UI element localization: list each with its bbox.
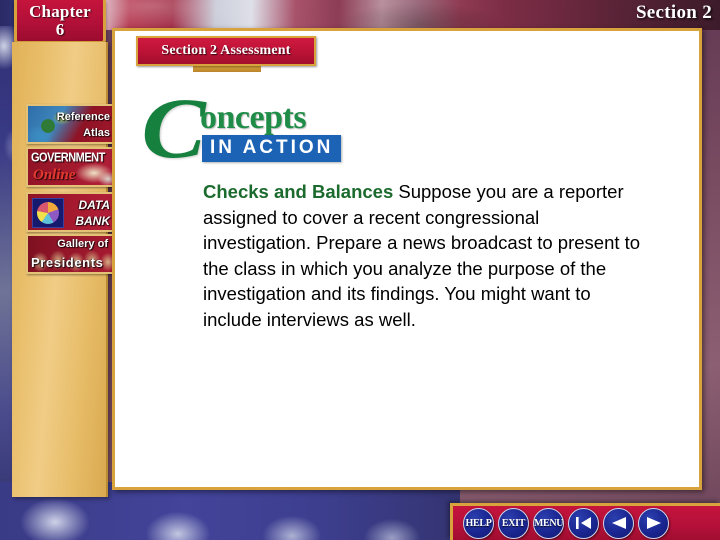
- previous-button[interactable]: [603, 507, 634, 539]
- chapter-banner: Chapter 6: [14, 0, 106, 44]
- activity-lead-in: Checks and Balances: [203, 181, 394, 202]
- activity-paragraph: Checks and Balances Suppose you are a re…: [203, 179, 643, 332]
- sidebar-panel: Reference Atlas GOVERNMENT Online DATA B…: [12, 42, 116, 497]
- next-button[interactable]: [638, 507, 669, 539]
- logo-script-initial: C: [141, 80, 206, 176]
- chapter-number: 6: [55, 19, 65, 39]
- assessment-banner: Section 2 Assessment: [136, 36, 316, 66]
- sidebar-item-label: GOVERNMENT: [31, 151, 105, 165]
- flag-top-band: [0, 0, 720, 30]
- first-page-button[interactable]: [568, 507, 599, 539]
- sidebar-item-data-bank[interactable]: DATA BANK: [26, 192, 116, 232]
- navigation-bar: HELP EXIT MENU: [450, 503, 720, 540]
- assessment-banner-tab: [193, 66, 261, 72]
- sidebar-item-label: Atlas: [83, 127, 110, 139]
- sidebar-item-label: Online: [33, 167, 76, 183]
- first-page-arrow-icon: [574, 515, 594, 531]
- exit-button[interactable]: EXIT: [498, 507, 529, 539]
- logo-word: oncepts: [200, 99, 307, 136]
- sidebar-item-label: BANK: [75, 214, 110, 228]
- assessment-banner-label: Section 2 Assessment: [161, 43, 291, 58]
- exit-button-label: EXIT: [501, 517, 526, 529]
- sidebar-item-label: Presidents: [31, 255, 104, 270]
- help-button-label: HELP: [465, 517, 492, 529]
- sidebar-item-gallery-of-presidents[interactable]: Gallery of Presidents: [26, 234, 116, 274]
- activity-body: Suppose you are a reporter assigned to c…: [203, 181, 641, 330]
- pie-chart-glyph: [37, 202, 59, 224]
- main-content-panel: Section 2 Assessment C oncepts IN ACTION…: [112, 28, 702, 490]
- sidebar-item-government-online[interactable]: GOVERNMENT Online: [26, 147, 116, 187]
- menu-button[interactable]: MENU: [533, 507, 564, 539]
- back-arrow-icon: [609, 515, 629, 531]
- forward-arrow-icon: [644, 515, 664, 531]
- menu-button-label: MENU: [533, 517, 564, 529]
- concepts-in-action-logo: C oncepts IN ACTION: [142, 85, 375, 171]
- chapter-word: Chapter: [29, 2, 91, 22]
- sidebar-item-label: Gallery of: [57, 238, 108, 250]
- section-label: Section 2: [635, 2, 712, 23]
- pie-chart-icon: [32, 198, 64, 228]
- sidebar-item-label: DATA: [78, 198, 110, 212]
- sidebar-item-reference-atlas[interactable]: Reference Atlas: [26, 104, 116, 144]
- help-button[interactable]: HELP: [463, 507, 494, 539]
- logo-subtitle: IN ACTION: [202, 135, 342, 162]
- slide-canvas: Chapter 6 Section 2 Reference Atlas GOVE…: [0, 0, 720, 540]
- sidebar-item-label: Reference: [56, 111, 110, 123]
